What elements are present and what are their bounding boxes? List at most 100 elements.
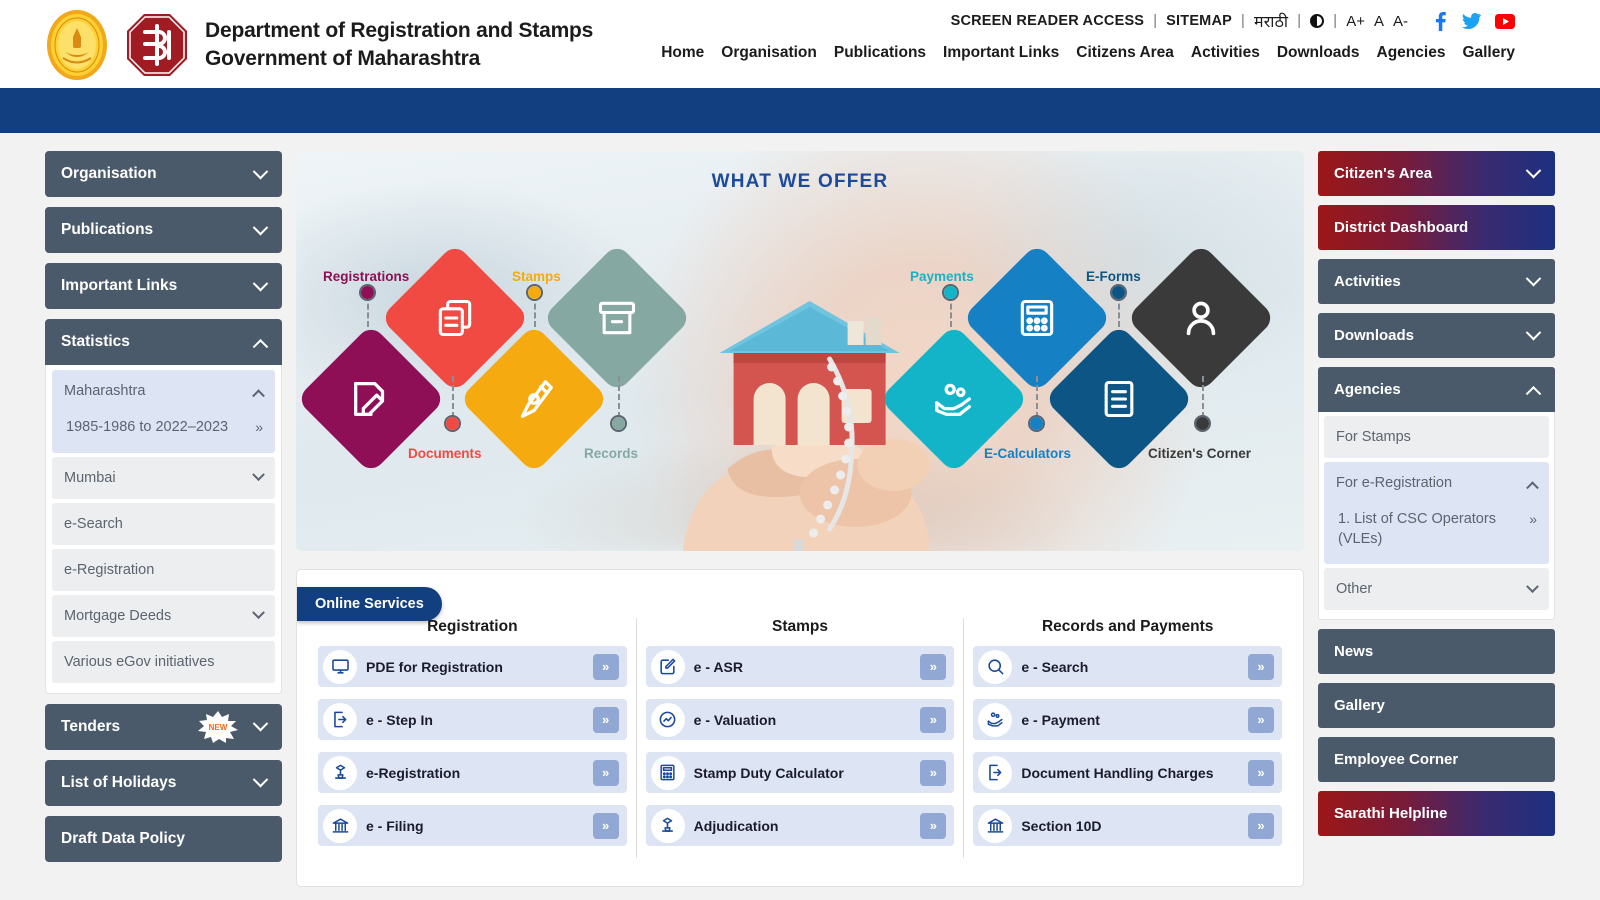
service-item-pde-for-registration[interactable]: PDE for Registration » bbox=[318, 646, 627, 687]
chevron-up-icon bbox=[1525, 385, 1542, 402]
go-button[interactable]: » bbox=[920, 812, 947, 839]
sidebar-item-maharashtra-year-range[interactable]: 1985-1986 to 2022–2023 » bbox=[52, 412, 275, 451]
sidebar-item-district-dashboard[interactable]: District Dashboard bbox=[1318, 205, 1555, 250]
service-item-e-filing[interactable]: e - Filing » bbox=[318, 805, 627, 846]
service-item-e-valuation[interactable]: e - Valuation » bbox=[645, 699, 955, 740]
go-button[interactable]: » bbox=[592, 759, 619, 786]
chevron-down-icon bbox=[1525, 162, 1542, 179]
nav-item-activities[interactable]: Activities bbox=[1191, 44, 1260, 62]
stamp-icon bbox=[323, 755, 357, 790]
sidebar-item-e-registration[interactable]: e-Registration bbox=[52, 548, 275, 591]
marathi-language-link[interactable]: मराठी bbox=[1254, 10, 1288, 32]
sidebar-item-other[interactable]: Other bbox=[1324, 568, 1549, 611]
go-button[interactable]: » bbox=[1248, 653, 1275, 680]
font-increase-button[interactable]: A+ bbox=[1346, 13, 1365, 30]
hero-label-documents: Documents bbox=[408, 446, 482, 461]
nav-item-important-links[interactable]: Important Links bbox=[943, 44, 1059, 62]
go-button[interactable]: » bbox=[592, 812, 619, 839]
service-item-stamp-duty-calculator[interactable]: Stamp Duty Calculator » bbox=[645, 752, 955, 793]
sidebar-item-organisation[interactable]: Organisation bbox=[45, 151, 282, 197]
go-button[interactable]: » bbox=[920, 653, 947, 680]
sidebar-item-label: Downloads bbox=[1334, 327, 1415, 344]
sidebar-item-news[interactable]: News bbox=[1318, 629, 1555, 675]
sidebar-item-label: Sarathi Helpline bbox=[1334, 805, 1448, 823]
go-button[interactable]: » bbox=[1248, 759, 1275, 786]
left-sidebar: Organisation Publications Important Link… bbox=[0, 151, 282, 900]
youtube-icon[interactable] bbox=[1495, 13, 1515, 29]
nav-item-downloads[interactable]: Downloads bbox=[1277, 44, 1360, 62]
service-item-e-asr[interactable]: e - ASR » bbox=[645, 646, 955, 687]
facebook-icon[interactable] bbox=[1433, 11, 1448, 31]
connector-line bbox=[452, 376, 454, 418]
service-item-e-search[interactable]: e - Search » bbox=[973, 646, 1283, 687]
go-button[interactable]: » bbox=[920, 706, 947, 733]
chevron-down-icon bbox=[1526, 579, 1539, 593]
sidebar-item-statistics[interactable]: Statistics bbox=[45, 319, 282, 365]
sidebar-item-gallery[interactable]: Gallery bbox=[1318, 683, 1555, 729]
nav-item-organisation[interactable]: Organisation bbox=[721, 44, 817, 62]
sidebar-item-e-search[interactable]: e-Search bbox=[52, 502, 275, 545]
online-services-columns: Registration PDE for Registration » e - … bbox=[297, 570, 1303, 858]
sidebar-item-sarathi-helpline[interactable]: Sarathi Helpline bbox=[1318, 791, 1555, 837]
service-item-e-step-in[interactable]: e - Step In » bbox=[318, 699, 627, 740]
sidebar-item-mortgage-deeds[interactable]: Mortgage Deeds bbox=[52, 594, 275, 637]
hand-coins-icon bbox=[978, 702, 1013, 737]
sidebar-item-list-of-holidays[interactable]: List of Holidays bbox=[45, 759, 282, 806]
sidebar-item-important-links[interactable]: Important Links bbox=[45, 263, 282, 309]
sidebar-item-csc-operators[interactable]: 1. List of CSC Operators (VLEs) » bbox=[1324, 504, 1549, 562]
hero-dot-e-forms bbox=[1110, 284, 1127, 301]
service-label: e - Step In bbox=[366, 711, 433, 728]
nav-item-home[interactable]: Home bbox=[661, 44, 704, 62]
header-blue-band bbox=[0, 88, 1600, 133]
sidebar-item-downloads[interactable]: Downloads bbox=[1318, 313, 1555, 358]
nav-item-agencies[interactable]: Agencies bbox=[1377, 44, 1446, 62]
sidebar-item-draft-data-policy[interactable]: Draft Data Policy bbox=[45, 815, 282, 862]
service-item-section-10d[interactable]: Section 10D » bbox=[973, 805, 1283, 846]
font-normal-button[interactable]: A bbox=[1374, 13, 1384, 30]
sidebar-item-tenders[interactable]: Tenders NEW bbox=[45, 703, 282, 750]
calculator-icon bbox=[650, 755, 685, 790]
nav-item-gallery[interactable]: Gallery bbox=[1462, 44, 1515, 62]
go-button[interactable]: » bbox=[592, 706, 619, 733]
service-item-adjudication[interactable]: Adjudication » bbox=[645, 805, 955, 846]
sidebar-item-employee-corner[interactable]: Employee Corner bbox=[1318, 737, 1555, 783]
go-button[interactable]: » bbox=[1248, 706, 1275, 733]
sidebar-item-label: Mortgage Deeds bbox=[64, 607, 172, 624]
chevron-down-icon bbox=[252, 163, 269, 179]
online-services-tab[interactable]: Online Services bbox=[297, 587, 442, 621]
sidebar-item-citizens-area[interactable]: Citizen's Area bbox=[1318, 151, 1555, 196]
service-label: e - ASR bbox=[693, 658, 743, 675]
go-button[interactable]: » bbox=[1248, 812, 1275, 839]
site-title: Department of Registration and Stamps Go… bbox=[205, 17, 593, 74]
twitter-icon[interactable] bbox=[1462, 13, 1481, 29]
sidebar-item-publications[interactable]: Publications bbox=[45, 207, 282, 253]
sidebar-item-agencies[interactable]: Agencies bbox=[1318, 367, 1555, 412]
sitemap-link[interactable]: SITEMAP bbox=[1166, 13, 1232, 29]
go-button[interactable]: » bbox=[920, 759, 947, 786]
sidebar-item-various-egov-initiatives[interactable]: Various eGov initiatives bbox=[52, 640, 275, 683]
sidebar-item-for-stamps[interactable]: For Stamps bbox=[1324, 416, 1549, 458]
archive-box-icon bbox=[598, 301, 636, 335]
sidebar-item-maharashtra[interactable]: Maharashtra bbox=[52, 370, 275, 412]
site-title-line2: Government of Maharashtra bbox=[205, 47, 481, 70]
service-item-document-handling-charges[interactable]: Document Handling Charges » bbox=[973, 752, 1283, 793]
sidebar-item-label: Organisation bbox=[61, 165, 157, 182]
contrast-toggle-icon[interactable] bbox=[1310, 14, 1325, 28]
service-item-e-payment[interactable]: e - Payment » bbox=[973, 699, 1283, 740]
font-decrease-button[interactable]: A- bbox=[1393, 13, 1408, 30]
sidebar-item-for-e-registration[interactable]: For e-Registration bbox=[1324, 462, 1549, 504]
copy-documents-icon bbox=[438, 299, 472, 337]
go-button[interactable]: » bbox=[592, 653, 619, 680]
sidebar-item-activities[interactable]: Activities bbox=[1318, 259, 1555, 304]
nav-item-publications[interactable]: Publications bbox=[834, 44, 926, 62]
nav-item-citizens-area[interactable]: Citizens Area bbox=[1076, 44, 1174, 62]
service-item-e-registration[interactable]: e-Registration » bbox=[318, 752, 627, 793]
sidebar-item-mumbai[interactable]: Mumbai bbox=[52, 456, 275, 499]
brand-block: Department of Registration and Stamps Go… bbox=[0, 0, 593, 82]
service-label: e-Registration bbox=[366, 764, 461, 781]
chevron-down-icon bbox=[252, 468, 265, 482]
screen-reader-access-link[interactable]: SCREEN READER ACCESS bbox=[951, 13, 1145, 29]
sidebar-item-label: For Stamps bbox=[1336, 429, 1411, 445]
sidebar-item-label: Statistics bbox=[61, 333, 130, 350]
social-links bbox=[1433, 11, 1515, 31]
